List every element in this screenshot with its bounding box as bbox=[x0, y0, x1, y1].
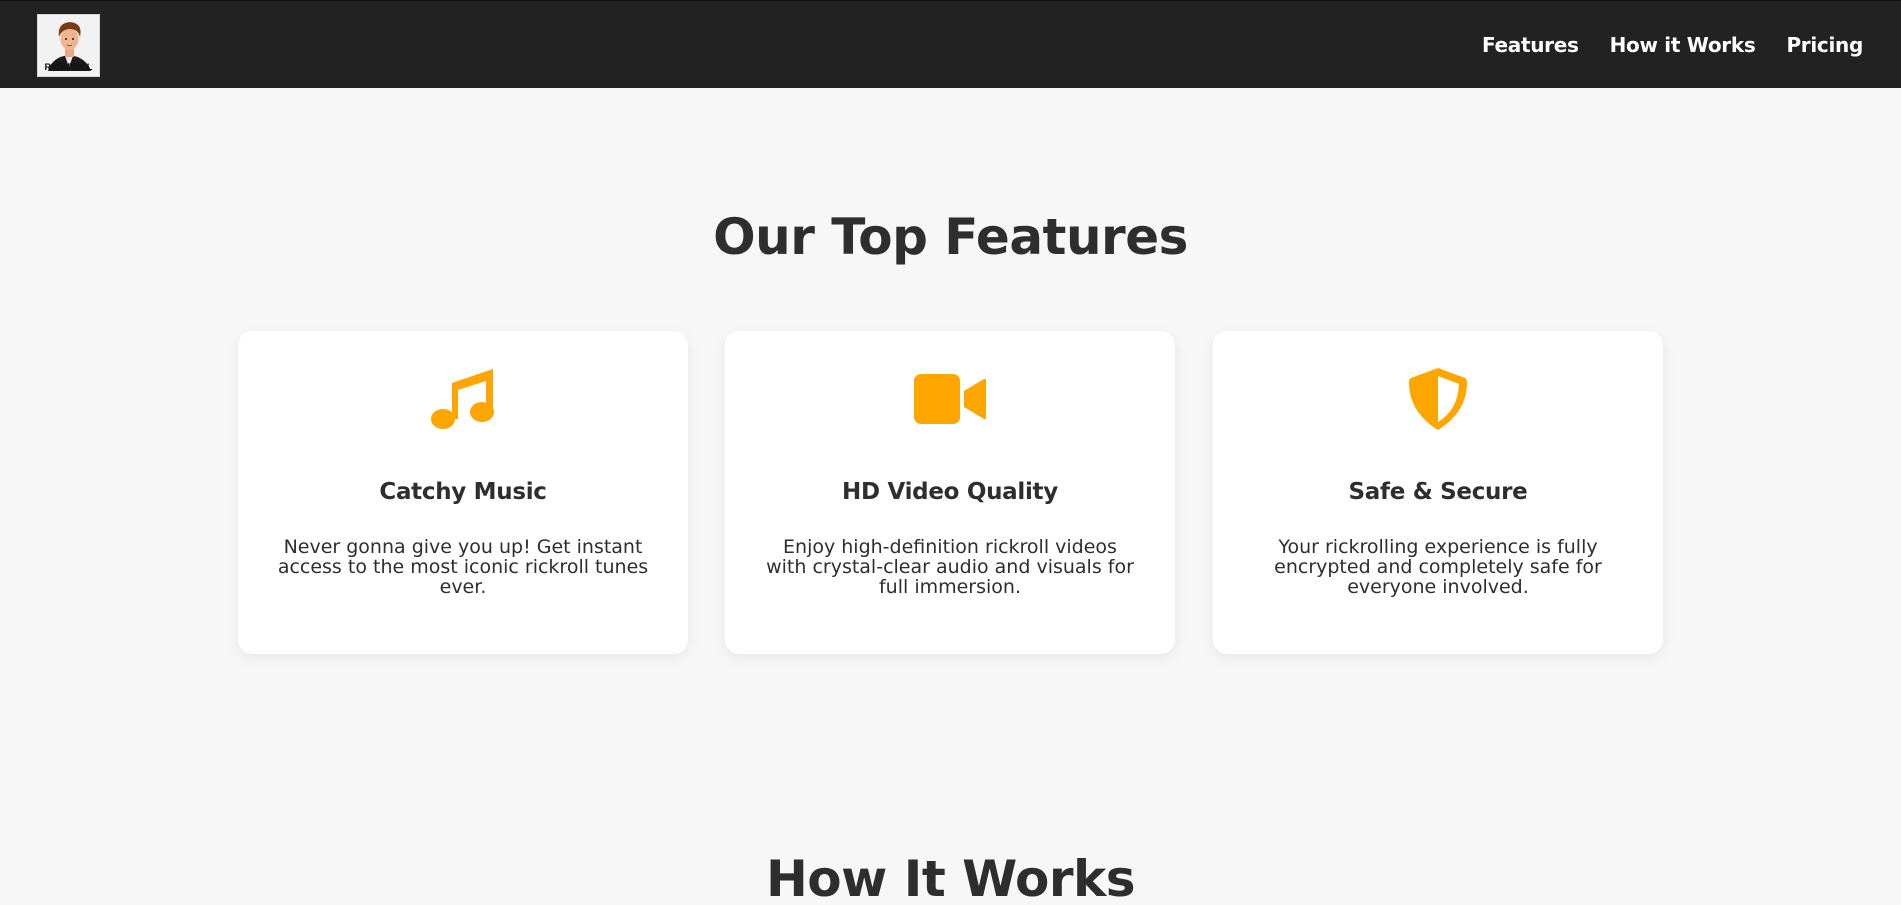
feature-card-text: Your rickrolling experience is fully enc… bbox=[1274, 536, 1602, 598]
features-section-title: Our Top Features bbox=[713, 208, 1188, 266]
navbar: RICKROLL Features How it Works Pricing bbox=[0, 0, 1901, 88]
logo-text: RICKROLL bbox=[44, 62, 93, 72]
nav-link-pricing[interactable]: Pricing bbox=[1786, 33, 1863, 57]
feature-card-text: Enjoy high-definition rickroll videos wi… bbox=[766, 536, 1134, 598]
feature-card-catchy-music: Catchy Music Never gonna give you up! Ge… bbox=[238, 331, 688, 654]
logo[interactable]: RICKROLL bbox=[37, 14, 100, 77]
music-note-icon bbox=[431, 369, 494, 429]
nav-link-how-it-works[interactable]: How it Works bbox=[1610, 33, 1756, 57]
shield-icon bbox=[1409, 368, 1467, 430]
feature-card-text: Never gonna give you up! Get instant acc… bbox=[277, 536, 649, 598]
feature-card-title: Safe & Secure bbox=[1348, 479, 1528, 505]
feature-card-safe-secure: Safe & Secure Your rickrolling experienc… bbox=[1213, 331, 1663, 654]
video-camera-icon bbox=[914, 374, 986, 424]
nav-link-features[interactable]: Features bbox=[1482, 33, 1579, 57]
feature-card-title: Catchy Music bbox=[379, 479, 547, 505]
how-it-works-section-title: How It Works bbox=[765, 850, 1136, 905]
feature-card-title: HD Video Quality bbox=[842, 479, 1058, 505]
feature-card-hd-video: HD Video Quality Enjoy high-definition r… bbox=[725, 331, 1175, 654]
nav-links: Features How it Works Pricing bbox=[1482, 1, 1863, 89]
